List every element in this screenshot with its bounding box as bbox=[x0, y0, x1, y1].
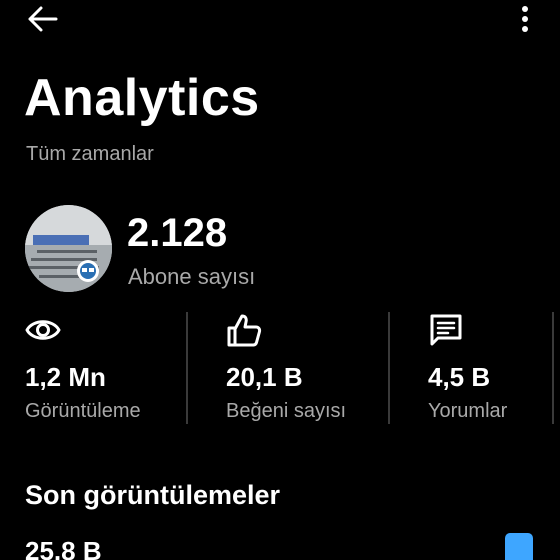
page-subtitle: Tüm zamanlar bbox=[26, 143, 154, 165]
thumbs-up-icon bbox=[227, 314, 262, 347]
stat-comments[interactable]: 4,5 B Yorumlar bbox=[428, 312, 507, 424]
stat-likes-label: Beğeni sayısı bbox=[226, 400, 347, 422]
stat-likes-value: 20,1 B bbox=[226, 362, 303, 392]
more-vertical-icon bbox=[522, 6, 528, 32]
section-title-recent-views: Son görüntülemeler bbox=[25, 480, 281, 510]
subscriber-count: 2.128 bbox=[127, 211, 228, 255]
recent-views-value: 25,8 B bbox=[25, 536, 102, 560]
stat-divider bbox=[388, 312, 390, 424]
channel-avatar[interactable] bbox=[25, 205, 112, 292]
avatar-image bbox=[25, 205, 112, 292]
stat-comments-label: Yorumlar bbox=[428, 400, 508, 422]
subscriber-label: Abone sayısı bbox=[128, 264, 256, 289]
stat-comments-value: 4,5 B bbox=[428, 362, 491, 392]
stat-likes[interactable]: 20,1 B Beğeni sayısı bbox=[226, 312, 346, 424]
stat-divider bbox=[186, 312, 188, 424]
comment-icon bbox=[430, 314, 462, 346]
more-options-button[interactable] bbox=[510, 4, 540, 34]
page-title: Analytics bbox=[24, 69, 260, 127]
arrow-left-icon bbox=[28, 6, 58, 32]
stat-views-value: 1,2 Mn bbox=[25, 362, 106, 392]
recent-views-bar bbox=[505, 533, 533, 560]
stat-divider bbox=[552, 312, 554, 424]
eye-icon bbox=[25, 320, 61, 340]
back-button[interactable] bbox=[24, 4, 60, 34]
stat-views-label: Görüntüleme bbox=[25, 400, 141, 422]
stat-views[interactable]: 1,2 Mn Görüntüleme bbox=[25, 312, 141, 424]
